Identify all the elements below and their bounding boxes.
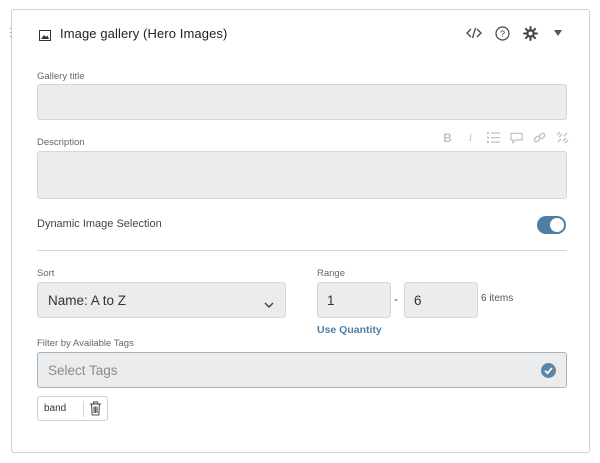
sort-value: Name: A to Z — [48, 293, 127, 308]
italic-icon[interactable]: i — [464, 130, 477, 144]
toggle-knob — [550, 218, 564, 232]
tags-placeholder: Select Tags — [48, 363, 118, 378]
image-gallery-panel: Image gallery (Hero Images) ? Gallery ti… — [11, 9, 590, 453]
check-circle-icon[interactable] — [541, 363, 556, 378]
list-icon[interactable] — [487, 131, 500, 144]
comment-icon[interactable] — [510, 131, 523, 144]
items-count: 6 items — [481, 293, 514, 304]
tag-chip-label: band — [44, 403, 67, 414]
caret-down-icon[interactable] — [549, 24, 567, 42]
description-label: Description — [37, 137, 85, 148]
sort-select[interactable]: Name: A to Z — [37, 282, 286, 318]
range-from-value: 1 — [327, 293, 335, 308]
gallery-title-input[interactable] — [37, 84, 567, 120]
help-icon[interactable]: ? — [493, 24, 511, 42]
range-label: Range — [317, 268, 345, 279]
svg-text:?: ? — [499, 29, 504, 39]
chevron-down-icon — [264, 296, 274, 314]
panel-header: Image gallery (Hero Images) ? — [12, 10, 589, 58]
panel-title: Image gallery (Hero Images) — [60, 26, 228, 41]
range-to-value: 6 — [414, 293, 422, 308]
range-to-input[interactable]: 6 — [404, 282, 478, 318]
divider — [37, 250, 567, 251]
use-quantity-link[interactable]: Use Quantity — [317, 324, 382, 336]
bold-icon[interactable]: B — [441, 131, 454, 145]
sort-label: Sort — [37, 268, 55, 279]
trash-icon[interactable] — [89, 401, 102, 421]
gear-icon[interactable] — [521, 24, 539, 42]
tags-select[interactable]: Select Tags — [37, 352, 567, 388]
rich-text-toolbar: B i — [441, 130, 569, 145]
filter-tags-label: Filter by Available Tags — [37, 338, 134, 349]
gallery-title-label: Gallery title — [37, 71, 85, 82]
code-icon[interactable] — [465, 24, 483, 42]
header-actions: ? — [465, 24, 567, 42]
dynamic-selection-toggle[interactable] — [537, 216, 566, 234]
description-input[interactable] — [37, 151, 567, 199]
unlink-icon[interactable] — [556, 131, 569, 144]
chip-divider — [83, 401, 84, 417]
link-icon[interactable] — [533, 131, 546, 144]
tag-chip: band — [37, 396, 108, 421]
image-icon — [39, 28, 51, 41]
range-separator: - — [394, 292, 398, 306]
range-from-input[interactable]: 1 — [317, 282, 391, 318]
dynamic-selection-label: Dynamic Image Selection — [37, 218, 162, 230]
